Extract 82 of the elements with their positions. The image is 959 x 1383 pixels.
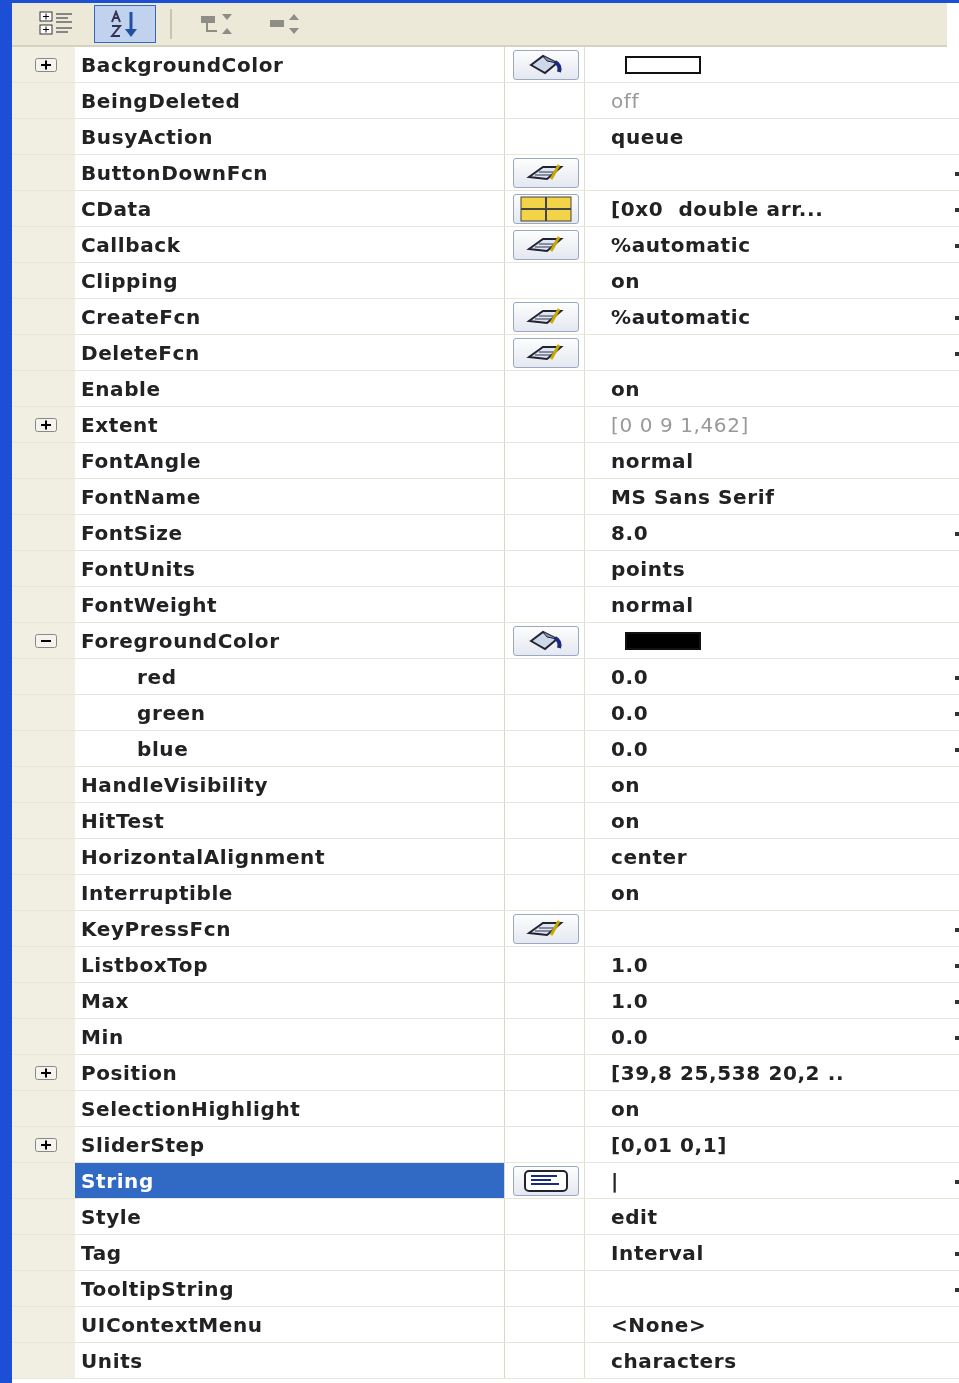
property-name[interactable]: Min [75, 1019, 505, 1054]
property-value[interactable]: edit [611, 1204, 658, 1229]
color-editor-icon[interactable] [513, 49, 579, 80]
property-name[interactable]: Style [75, 1199, 505, 1234]
color-editor-icon[interactable] [513, 625, 579, 656]
property-name[interactable]: HitTest [75, 803, 505, 838]
property-value[interactable]: on [611, 376, 641, 401]
property-value[interactable]: [39,8 25,538 20,2 .. [611, 1060, 845, 1085]
property-value[interactable]: on [611, 880, 641, 905]
property-name[interactable]: String [75, 1163, 505, 1198]
property-name[interactable]: SelectionHighlight [75, 1091, 505, 1126]
property-name[interactable]: HandleVisibility [75, 767, 505, 802]
property-name[interactable]: Interruptible [75, 875, 505, 910]
collapse-icon[interactable] [34, 633, 57, 648]
property-value[interactable]: on [611, 808, 641, 833]
property-name[interactable]: red [75, 659, 505, 694]
property-name[interactable]: TooltipString [75, 1271, 505, 1306]
property-name[interactable]: CreateFcn [75, 299, 505, 334]
property-value[interactable]: 1.0 [611, 988, 649, 1013]
sort-button[interactable] [94, 5, 156, 43]
callback-editor-icon[interactable] [513, 301, 579, 332]
property-name[interactable]: Units [75, 1343, 505, 1378]
property-value[interactable]: <None> [611, 1312, 707, 1337]
text-editor-icon[interactable] [513, 1165, 579, 1196]
property-name[interactable]: Enable [75, 371, 505, 406]
expand-icon[interactable] [34, 1065, 57, 1080]
collapse-all-icon [269, 13, 301, 35]
property-name[interactable]: blue [75, 731, 505, 766]
property-value[interactable]: MS Sans Serif [611, 484, 775, 509]
property-name[interactable]: FontUnits [75, 551, 505, 586]
property-name[interactable]: FontAngle [75, 443, 505, 478]
property-value[interactable]: 0.0 [611, 1024, 649, 1049]
property-value[interactable]: on [611, 268, 641, 293]
property-value[interactable]: %automatic [611, 304, 751, 329]
property-name[interactable]: FontWeight [75, 587, 505, 622]
property-name[interactable]: FontSize [75, 515, 505, 550]
property-value[interactable]: 0.0 [611, 736, 649, 761]
expand-icon[interactable] [34, 1137, 57, 1152]
property-value[interactable]: [0x0 double arr... [611, 196, 824, 221]
property-value[interactable]: queue [611, 124, 684, 149]
property-value[interactable]: on [611, 772, 641, 797]
property-name[interactable]: HorizontalAlignment [75, 839, 505, 874]
property-name[interactable]: Tag [75, 1235, 505, 1270]
property-name[interactable]: KeyPressFcn [75, 911, 505, 946]
property-value[interactable]: 8.0 [611, 520, 649, 545]
grid-editor-icon[interactable] [513, 193, 579, 224]
callback-editor-icon[interactable] [513, 913, 579, 944]
property-value[interactable]: 1.0 [611, 952, 649, 977]
property-name[interactable]: green [75, 695, 505, 730]
expand-all-icon [200, 13, 234, 35]
sort-az-icon [110, 10, 140, 38]
property-value[interactable]: Interval [611, 1240, 704, 1265]
property-name[interactable]: Callback [75, 227, 505, 262]
property-name[interactable]: UIContextMenu [75, 1307, 505, 1342]
property-name[interactable]: FontName [75, 479, 505, 514]
property-name[interactable]: ForegroundColor [75, 623, 505, 658]
property-name[interactable]: Clipping [75, 263, 505, 298]
property-value[interactable]: points [611, 556, 686, 581]
callback-editor-icon[interactable] [513, 229, 579, 260]
property-value[interactable]: 0.0 [611, 664, 649, 689]
callback-editor-icon[interactable] [513, 157, 579, 188]
tree-list-icon [39, 11, 75, 37]
property-name[interactable]: ListboxTop [75, 947, 505, 982]
property-value[interactable]: center [611, 844, 688, 869]
property-value[interactable]: characters [611, 1348, 737, 1373]
property-name[interactable]: DeleteFcn [75, 335, 505, 370]
property-name[interactable]: Position [75, 1055, 505, 1090]
property-value[interactable]: 0.0 [611, 700, 649, 725]
property-name[interactable]: Max [75, 983, 505, 1018]
property-value[interactable]: on [611, 1096, 641, 1121]
property-value[interactable]: | [611, 1168, 619, 1193]
property-value[interactable]: normal [611, 448, 694, 473]
property-name[interactable]: BackgroundColor [75, 47, 505, 82]
expand-icon[interactable] [34, 57, 57, 72]
property-value[interactable]: normal [611, 592, 694, 617]
property-name[interactable]: ButtonDownFcn [75, 155, 505, 190]
property-name[interactable]: SliderStep [75, 1127, 505, 1162]
property-value[interactable]: %automatic [611, 232, 751, 257]
property-value[interactable]: [0,01 0,1] [611, 1132, 728, 1157]
property-name[interactable]: CData [75, 191, 505, 226]
property-name[interactable]: BusyAction [75, 119, 505, 154]
callback-editor-icon[interactable] [513, 337, 579, 368]
